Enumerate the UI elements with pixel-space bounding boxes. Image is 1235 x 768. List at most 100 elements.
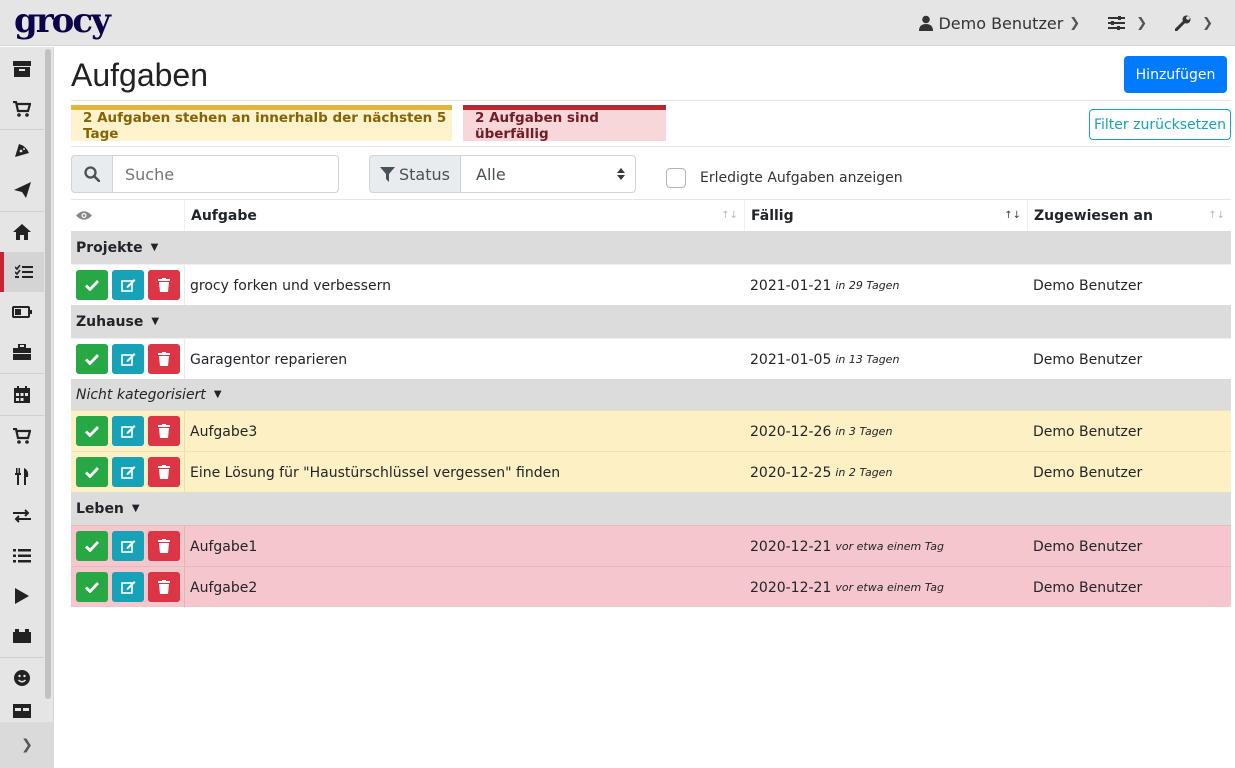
sidebar-item-calendar[interactable] xyxy=(0,374,44,414)
delete-button[interactable] xyxy=(148,531,180,561)
edit-icon xyxy=(120,540,135,553)
alert-due-soon[interactable]: 2 Aufgaben stehen an innerhalb der nächs… xyxy=(71,105,452,142)
header-due-label: Fällig xyxy=(751,207,794,224)
sidebar-item-chores[interactable] xyxy=(0,212,44,252)
due-relative: in 29 Tagen xyxy=(835,279,900,292)
sidebar-item-chore-tracking[interactable] xyxy=(0,576,44,616)
reset-filter-button[interactable]: Filter zurücksetzen xyxy=(1089,109,1231,140)
sidebar-item-master-data[interactable] xyxy=(0,698,44,718)
status-select[interactable]: Alle xyxy=(461,155,636,193)
sidebar-item-stock[interactable] xyxy=(0,49,44,89)
group-header[interactable]: Nicht kategorisiert ▼ xyxy=(71,379,1231,410)
sort-desc-icon: ↑↓ xyxy=(1004,210,1021,221)
user-name: Demo Benutzer xyxy=(938,13,1064,33)
sidebar-scrollbar[interactable] xyxy=(45,49,51,699)
trash-icon xyxy=(158,278,170,292)
select-arrows-icon xyxy=(617,168,625,180)
due-cell: 2020-12-26 in 3 Tagen xyxy=(750,411,892,452)
show-done-toggle[interactable]: Erledigte Aufgaben anzeigen xyxy=(666,168,903,188)
alert-overdue[interactable]: 2 Aufgaben sind überfällig xyxy=(463,105,666,142)
eye-icon xyxy=(76,211,92,220)
assigned-to: Demo Benutzer xyxy=(1033,538,1143,555)
trash-icon xyxy=(158,424,170,438)
mark-done-button[interactable] xyxy=(76,416,108,446)
sidebar-item-consume[interactable] xyxy=(0,456,44,496)
delete-button[interactable] xyxy=(148,457,180,487)
pizza-icon xyxy=(15,144,29,157)
edit-icon xyxy=(120,279,135,292)
sidebar-item-equipment[interactable] xyxy=(0,332,44,372)
sidebar-item-meal-plan[interactable] xyxy=(0,170,44,210)
app-logo[interactable]: grocy xyxy=(14,0,111,42)
edit-button[interactable] xyxy=(112,344,144,374)
search-input[interactable] xyxy=(113,155,339,193)
top-nav-right: Demo Benutzer ❯ ❯ ❯ xyxy=(919,0,1235,46)
delete-button[interactable] xyxy=(148,416,180,446)
sort-icon: ↑↓ xyxy=(1208,210,1225,221)
sidebar-item-battery-tracking[interactable] xyxy=(0,616,44,656)
group-header[interactable]: Zuhause ▼ xyxy=(71,305,1231,338)
row-actions xyxy=(76,416,180,446)
header-due[interactable]: Fällig ↑↓ xyxy=(744,200,1027,231)
table-row: Eine Lösung für "Haustürschlüssel verges… xyxy=(71,451,1231,493)
check-icon xyxy=(85,581,99,593)
edit-button[interactable] xyxy=(112,416,144,446)
edit-button[interactable] xyxy=(112,572,144,602)
status-label: Status xyxy=(399,164,450,184)
group-header[interactable]: Projekte ▼ xyxy=(71,231,1231,264)
edit-button[interactable] xyxy=(112,531,144,561)
row-actions xyxy=(76,457,180,487)
mark-done-button[interactable] xyxy=(76,531,108,561)
header-task[interactable]: Aufgabe ↑↓ xyxy=(184,200,744,231)
row-actions xyxy=(76,344,180,374)
column-visibility-toggle[interactable] xyxy=(76,200,184,231)
user-menu[interactable]: Demo Benutzer ❯ xyxy=(919,14,1080,33)
add-task-button[interactable]: Hinzufügen xyxy=(1124,56,1227,93)
sidebar-expand-button[interactable]: ❯ xyxy=(0,722,54,768)
exchange-icon xyxy=(13,509,31,523)
tasks-table: Aufgabe ↑↓ Fällig ↑↓ Zugewiesen an ↑↓ Pr… xyxy=(71,199,1231,608)
mark-done-button[interactable] xyxy=(76,344,108,374)
delete-button[interactable] xyxy=(148,270,180,300)
assigned-to: Demo Benutzer xyxy=(1033,579,1143,596)
mark-done-button[interactable] xyxy=(76,270,108,300)
car-battery-icon xyxy=(13,629,31,643)
cart-plus-icon xyxy=(13,428,31,444)
edit-button[interactable] xyxy=(112,270,144,300)
settings-menu[interactable]: ❯ xyxy=(1108,16,1147,31)
show-done-checkbox[interactable] xyxy=(666,168,686,188)
utensils-icon xyxy=(15,467,29,485)
caret-down-icon: ▼ xyxy=(151,316,160,327)
search-icon xyxy=(84,166,100,182)
sidebar-item-inventory[interactable] xyxy=(0,536,44,576)
sidebar-item-transfer[interactable] xyxy=(0,496,44,536)
sidebar-item-shopping-list[interactable] xyxy=(0,89,44,129)
due-cell: 2021-01-21 in 29 Tagen xyxy=(750,265,899,306)
edit-button[interactable] xyxy=(112,457,144,487)
list-icon xyxy=(13,549,31,563)
mark-done-button[interactable] xyxy=(76,457,108,487)
due-date: 2020-12-25 xyxy=(750,464,832,481)
caret-down-icon: ▼ xyxy=(213,389,222,400)
due-cell: 2020-12-21 vor etwa einem Tag xyxy=(750,526,944,567)
task-name: Aufgabe2 xyxy=(190,579,258,596)
play-icon xyxy=(15,588,29,604)
status-addon: Status xyxy=(369,155,461,193)
trash-icon xyxy=(158,539,170,553)
delete-button[interactable] xyxy=(148,344,180,374)
trash-icon xyxy=(158,580,170,594)
status-filter-group: Status Alle xyxy=(369,155,636,193)
sidebar-item-userfields[interactable] xyxy=(0,658,44,698)
mark-done-button[interactable] xyxy=(76,572,108,602)
sidebar-item-batteries[interactable] xyxy=(0,292,44,332)
edit-icon xyxy=(120,353,135,366)
sidebar-item-recipes[interactable] xyxy=(0,130,44,170)
sidebar-item-tasks[interactable] xyxy=(0,252,44,292)
header-assigned[interactable]: Zugewiesen an ↑↓ xyxy=(1027,200,1231,231)
tools-menu[interactable]: ❯ xyxy=(1175,15,1213,31)
sidebar-item-purchase[interactable] xyxy=(0,416,44,456)
group-header[interactable]: Leben ▼ xyxy=(71,492,1231,525)
edit-icon xyxy=(120,425,135,438)
delete-button[interactable] xyxy=(148,572,180,602)
check-icon xyxy=(85,466,99,478)
